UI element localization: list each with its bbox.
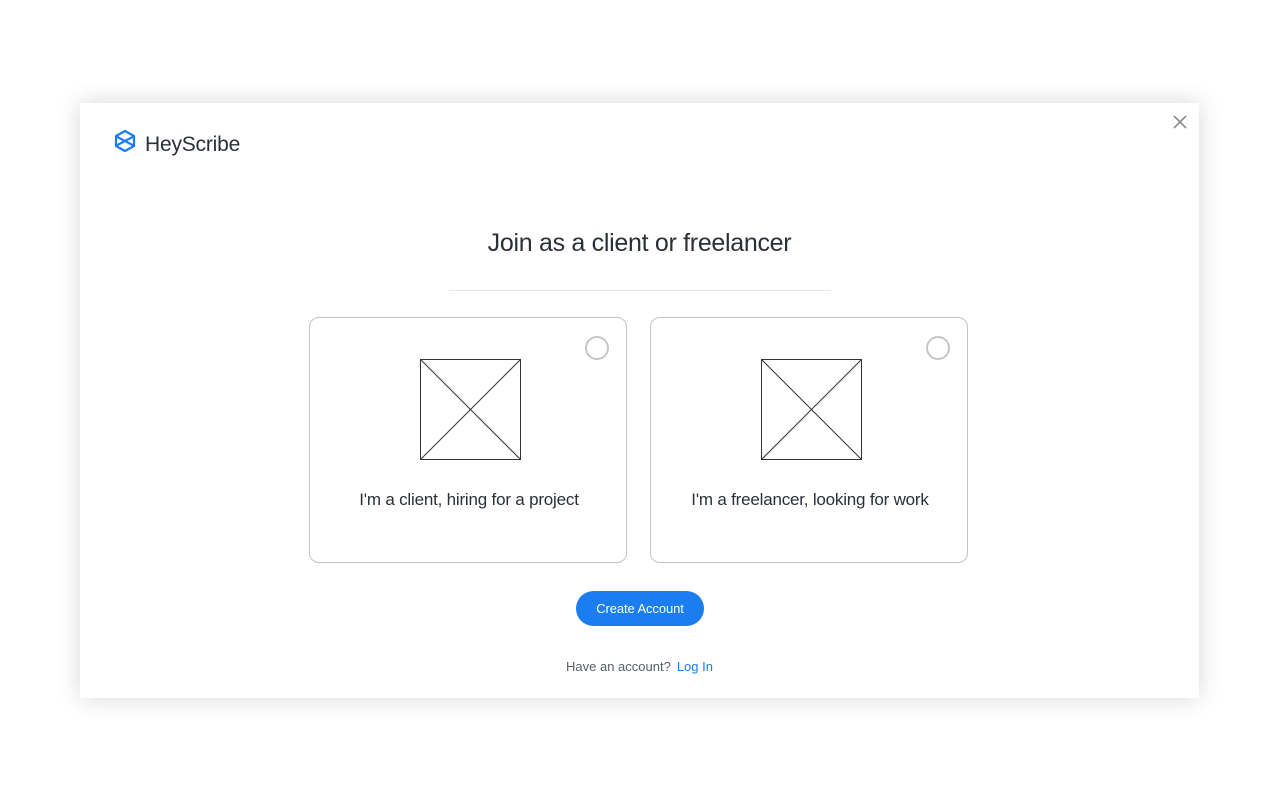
dialog-title: Join as a client or freelancer (487, 229, 792, 257)
client-radio[interactable] (585, 336, 609, 360)
option-card-client[interactable]: I'm a client, hiring for a project (309, 317, 627, 563)
heyscribe-logo-icon (113, 129, 137, 153)
login-link[interactable]: Log In (677, 659, 713, 674)
client-option-label: I'm a client, hiring for a project (359, 490, 579, 509)
have-account-text: Have an account? (566, 659, 671, 674)
image-placeholder-icon (420, 359, 521, 460)
image-placeholder-icon (761, 359, 862, 460)
signup-dialog: HeyScribe Join as a client or freelancer… (80, 103, 1199, 698)
brand-logo: HeyScribe (113, 129, 240, 159)
create-account-button[interactable]: Create Account (576, 591, 704, 626)
login-prompt: Have an account? Log In (80, 659, 1199, 674)
title-divider (449, 290, 831, 291)
freelancer-radio[interactable] (926, 336, 950, 360)
close-icon[interactable] (1172, 114, 1188, 130)
option-card-freelancer[interactable]: I'm a freelancer, looking for work (650, 317, 968, 563)
freelancer-option-label: I'm a freelancer, looking for work (691, 490, 929, 509)
brand-name: HeyScribe (145, 133, 241, 156)
